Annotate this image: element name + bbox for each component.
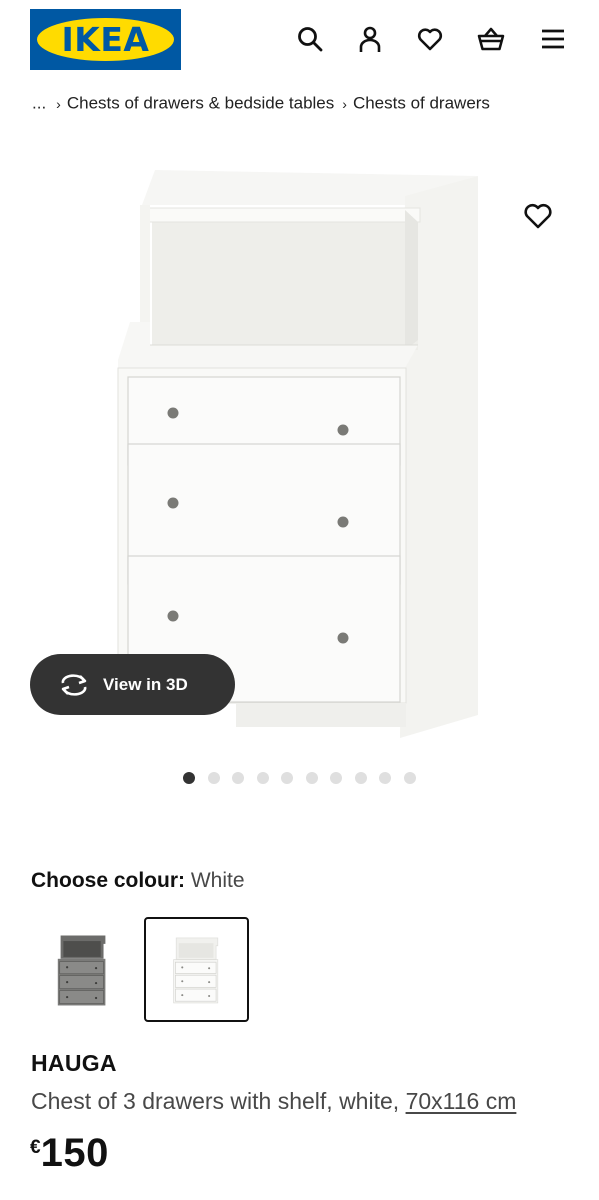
carousel-dot[interactable]: [207, 772, 220, 784]
carousel-dot[interactable]: [183, 772, 195, 784]
carousel-dot[interactable]: [403, 772, 416, 784]
logo-text: IKEA: [61, 20, 150, 59]
carousel-dot[interactable]: [330, 772, 342, 784]
product-description-text: Chest of 3 drawers with shelf, white,: [31, 1088, 406, 1114]
view-in-3d-label: View in 3D: [103, 674, 188, 694]
carousel-dot[interactable]: [281, 772, 293, 784]
user-icon[interactable]: [353, 22, 387, 56]
chevron-right-icon: ›: [342, 95, 347, 112]
selected-colour: White: [190, 869, 245, 892]
carousel-dots: [183, 772, 416, 786]
price-currency: €: [30, 1137, 41, 1158]
product-description: Chest of 3 drawers with shelf, white, 70…: [31, 1088, 516, 1115]
view-in-3d-button[interactable]: View in 3D: [30, 654, 235, 715]
breadcrumb-item[interactable]: Chests of drawers & bedside tables: [67, 94, 334, 113]
rotate-3d-icon: [61, 673, 87, 696]
white-chest-thumbnail: [172, 937, 218, 1003]
product-name: HAUGA: [31, 1050, 117, 1076]
chevron-right-icon: ›: [56, 95, 61, 112]
colour-option-grey[interactable]: [30, 917, 135, 1022]
product-size-link[interactable]: 70x116 cm: [406, 1088, 517, 1114]
carousel-dot[interactable]: [379, 772, 391, 784]
product-price: €150: [30, 1131, 109, 1176]
carousel-dot[interactable]: [232, 772, 244, 784]
breadcrumb-ellipsis[interactable]: ...: [32, 94, 46, 113]
favourite-heart-icon[interactable]: [522, 200, 554, 232]
colour-heading: Choose colour: White: [31, 869, 245, 893]
breadcrumb: ... › Chests of drawers & bedside tables › C…: [32, 93, 592, 115]
colour-label: Choose colour:: [31, 869, 186, 892]
search-icon[interactable]: [293, 22, 327, 56]
breadcrumb-item[interactable]: Chests of drawers: [353, 94, 490, 113]
grey-chest-thumbnail: [57, 934, 105, 1005]
heart-icon[interactable]: [413, 22, 447, 56]
carousel-dot[interactable]: [354, 772, 367, 784]
menu-icon[interactable]: [536, 22, 570, 56]
basket-icon[interactable]: [474, 22, 508, 56]
ikea-logo[interactable]: IKEA: [30, 9, 181, 70]
price-amount: 150: [40, 1131, 109, 1175]
header: IKEA: [0, 0, 599, 82]
colour-option-white[interactable]: [144, 917, 249, 1022]
carousel-dot[interactable]: [256, 772, 269, 784]
carousel-dot[interactable]: [305, 772, 318, 784]
